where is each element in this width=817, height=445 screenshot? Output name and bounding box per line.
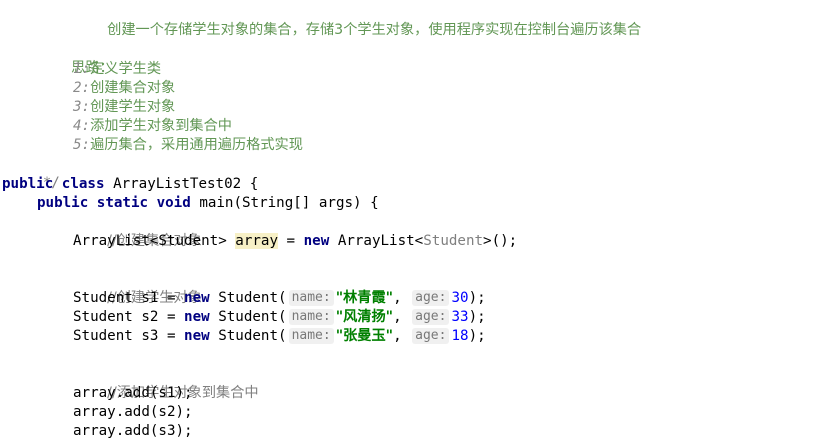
class-name: ArrayListTest02 {: [113, 176, 259, 192]
student-age-number: 30: [451, 290, 469, 306]
statement-end: );: [468, 309, 486, 325]
keyword-public: public: [37, 195, 89, 211]
add-call-line: array.add(s3);: [73, 422, 193, 441]
doc-step-number: 2:: [73, 80, 91, 96]
add-call: array.add(s1);: [73, 385, 193, 401]
student-name-string: "张曼玉": [335, 328, 394, 344]
doc-step-line: 4:添加学生对象到集合中: [73, 117, 232, 136]
method-signature: main(String[] args) {: [199, 195, 379, 211]
student-name-string: "林青霞": [335, 290, 394, 306]
keyword-static: static: [96, 195, 149, 211]
keyword-new: new: [303, 233, 330, 249]
student-declaration: Student s1 = new Student(name: "林青霞", age…: [73, 290, 486, 306]
doc-step-line: 1:定义学生类: [73, 60, 161, 79]
add-call-line: array.add(s2);: [73, 403, 193, 422]
param-hint-age: age:: [412, 290, 450, 306]
student-declaration: Student s2 = new Student(name: "风清扬", age…: [73, 309, 486, 325]
doc-step-number: 3:: [73, 99, 91, 115]
doc-step-line: 3:创建学生对象: [73, 98, 175, 117]
class-declaration: public class ArrayListTest02 {: [2, 175, 258, 194]
method-declaration: public static void main(String[] args) {: [37, 194, 379, 213]
keyword-class: class: [61, 176, 105, 192]
keyword-new: new: [184, 290, 210, 306]
student-name-string: "风清扬": [335, 309, 394, 325]
param-hint-name: name:: [288, 328, 334, 344]
keyword-new: new: [184, 309, 210, 325]
comment-line: //创建学生对象: [73, 270, 202, 306]
doc-ideas-line: 思路：: [37, 40, 114, 76]
doc-step-line: 5:遍历集合，采用通用遍历格式实现: [73, 136, 303, 155]
param-hint-age: age:: [412, 309, 450, 325]
collection-type: ArrayList<Student>: [73, 233, 227, 249]
param-hint-age: age:: [412, 328, 450, 344]
doc-step-line: 2:创建集合对象: [73, 79, 175, 98]
add-call: array.add(s3);: [73, 423, 193, 439]
student-ctor: Student(: [218, 309, 287, 325]
statement-end: >();: [483, 233, 518, 249]
constructor-name: ArrayList<: [337, 233, 424, 249]
student-age-number: 18: [451, 328, 469, 344]
code-editor[interactable]: 创建一个存储学生对象的集合，存储3个学生对象，使用程序实现在控制台遍历该集合 思…: [0, 0, 817, 445]
statement-end: );: [468, 290, 486, 306]
student-declaration: Student s3 = new Student(name: "张曼玉", age…: [73, 328, 486, 344]
keyword-void: void: [156, 195, 191, 211]
doc-step-text: 遍历集合，采用通用遍历格式实现: [90, 137, 303, 153]
param-hint-name: name:: [288, 290, 334, 306]
student-age-number: 33: [451, 309, 469, 325]
doc-description: 创建一个存储学生对象的集合，存储3个学生对象，使用程序实现在控制台遍历该集合: [107, 22, 642, 38]
doc-step-text: 添加学生对象到集合中: [90, 118, 232, 134]
comment-line: //添加学生对象到集合中: [73, 365, 258, 401]
add-call-line: array.add(s1);: [73, 384, 193, 403]
doc-step-text: 定义学生类: [90, 61, 162, 77]
student-decl: Student s1 =: [73, 290, 185, 306]
collection-declaration: ArrayList<Student> array = new ArrayList…: [73, 232, 517, 251]
doc-step-text: 创建学生对象: [90, 99, 176, 115]
keyword-new: new: [184, 328, 210, 344]
doc-end-line: */: [0, 155, 60, 191]
param-hint-name: name:: [288, 309, 334, 325]
generic-type: Student: [423, 233, 484, 249]
keyword-public: public: [2, 176, 54, 192]
statement-end: );: [468, 328, 486, 344]
doc-step-number: 1:: [73, 61, 91, 77]
student-ctor: Student(: [218, 290, 287, 306]
doc-step-number: 4:: [73, 118, 91, 134]
assign-operator: =: [278, 233, 304, 249]
doc-description-line: 创建一个存储学生对象的集合，存储3个学生对象，使用程序实现在控制台遍历该集合: [73, 2, 641, 38]
doc-step-number: 5:: [73, 137, 91, 153]
student-decl: Student s3 =: [73, 328, 185, 344]
add-call: array.add(s2);: [73, 404, 193, 420]
variable-array-highlighted[interactable]: array: [235, 233, 279, 249]
comment-line: //创建集合对象: [73, 213, 202, 249]
student-ctor: Student(: [218, 328, 287, 344]
doc-step-text: 创建集合对象: [90, 80, 176, 96]
student-decl: Student s2 =: [73, 309, 185, 325]
